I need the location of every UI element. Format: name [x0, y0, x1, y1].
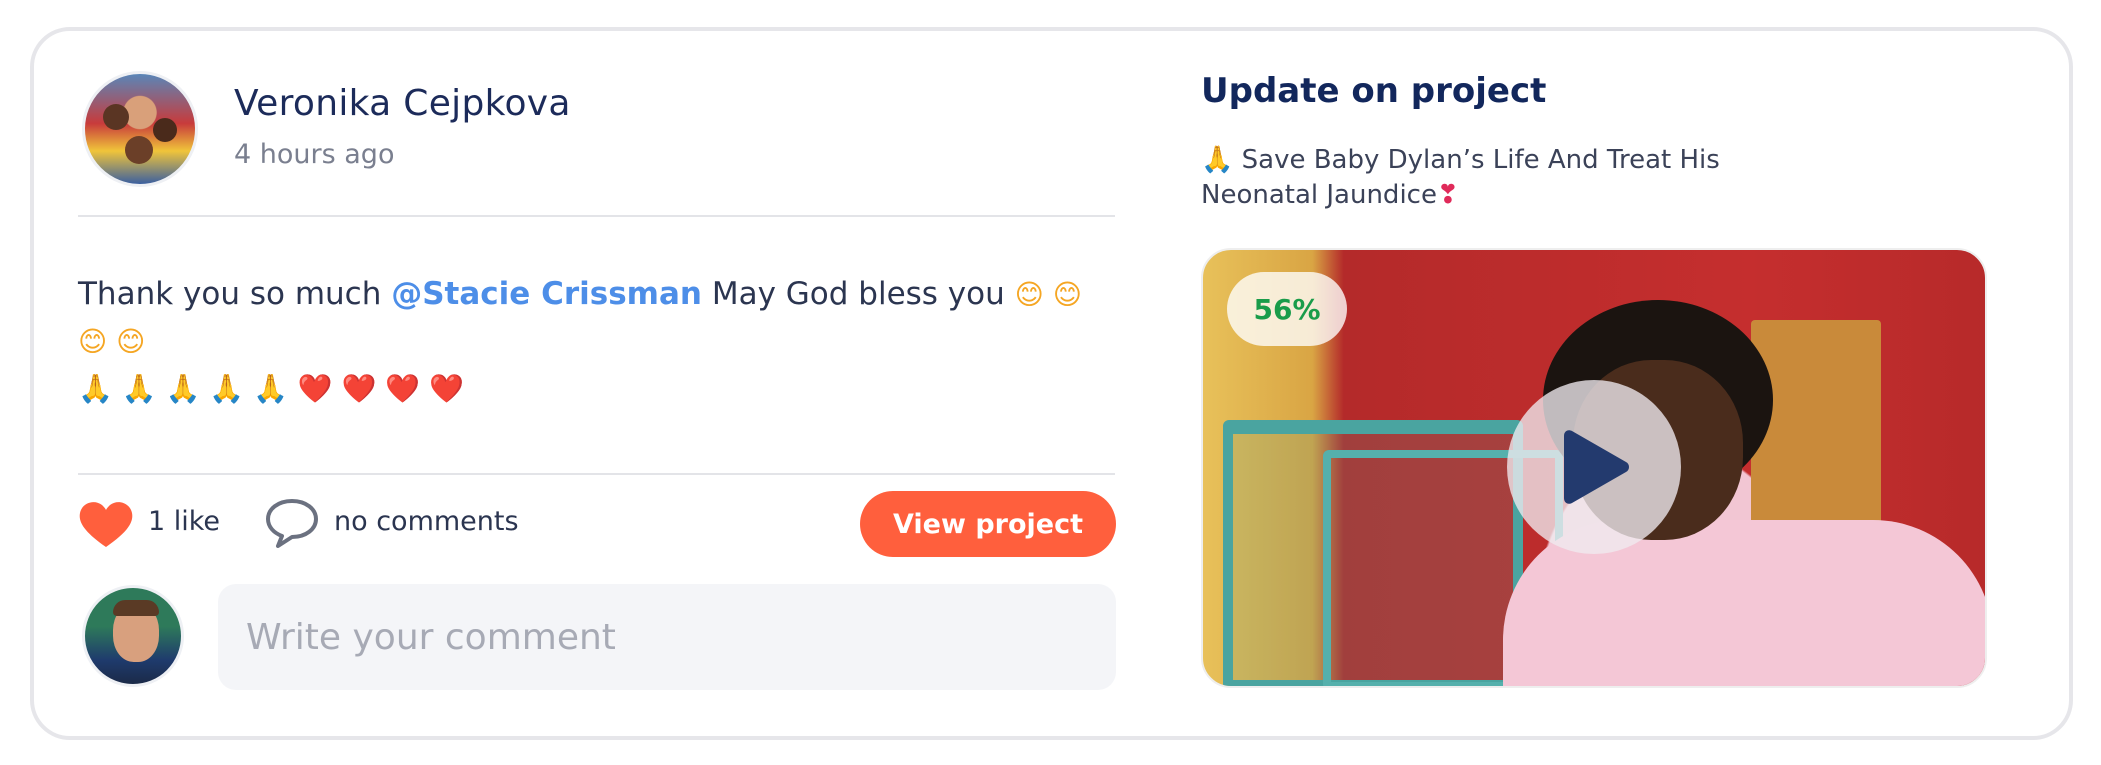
avatar-figure [153, 118, 177, 142]
view-project-button[interactable]: View project [860, 491, 1116, 557]
comment-input[interactable] [218, 584, 1116, 690]
pray-emoji: 🙏 🙏 🙏 🙏 🙏 [78, 372, 288, 405]
project-title[interactable]: 🙏 Save Baby Dylan’s Life And Treat His N… [1201, 143, 1841, 213]
avatar-figure [103, 104, 129, 130]
divider [78, 215, 1115, 217]
like-count[interactable]: 1 like [148, 506, 220, 537]
progress-badge: 56% [1227, 272, 1347, 346]
avatar-hair [113, 600, 159, 616]
speech-bubble-icon[interactable] [264, 497, 320, 549]
post-message: Thank you so much @Stacie Crissman May G… [78, 271, 1118, 412]
post-card: Veronika Cejpkova 4 hours ago Thank you … [30, 27, 2073, 740]
project-title-text[interactable]: Save Baby Dylan’s Life And Treat His Neo… [1201, 145, 1720, 210]
pray-emoji: 🙏 [1201, 145, 1234, 175]
avatar-figure [125, 136, 153, 164]
heart-icon[interactable] [78, 499, 134, 549]
thumbnail-door [1751, 320, 1881, 550]
update-heading: Update on project [1201, 71, 1547, 111]
user-mention-link[interactable]: @Stacie Crissman [391, 276, 702, 312]
comment-count[interactable]: no comments [334, 506, 519, 537]
heart-exclamation-emoji: ❣ [1436, 180, 1459, 210]
author-name[interactable]: Veronika Cejpkova [234, 83, 571, 124]
current-user-avatar [82, 585, 184, 687]
heart-emoji: ❤️ ❤️ ❤️ ❤️ [297, 372, 464, 405]
divider [78, 473, 1115, 475]
play-icon [1564, 430, 1629, 504]
message-text: Thank you so much [78, 276, 392, 312]
post-timestamp: 4 hours ago [234, 139, 395, 170]
author-avatar[interactable] [82, 71, 198, 187]
play-button[interactable] [1507, 380, 1681, 554]
message-text: May God bless you [701, 276, 1015, 312]
project-video-thumbnail[interactable]: 56% [1201, 248, 1987, 688]
